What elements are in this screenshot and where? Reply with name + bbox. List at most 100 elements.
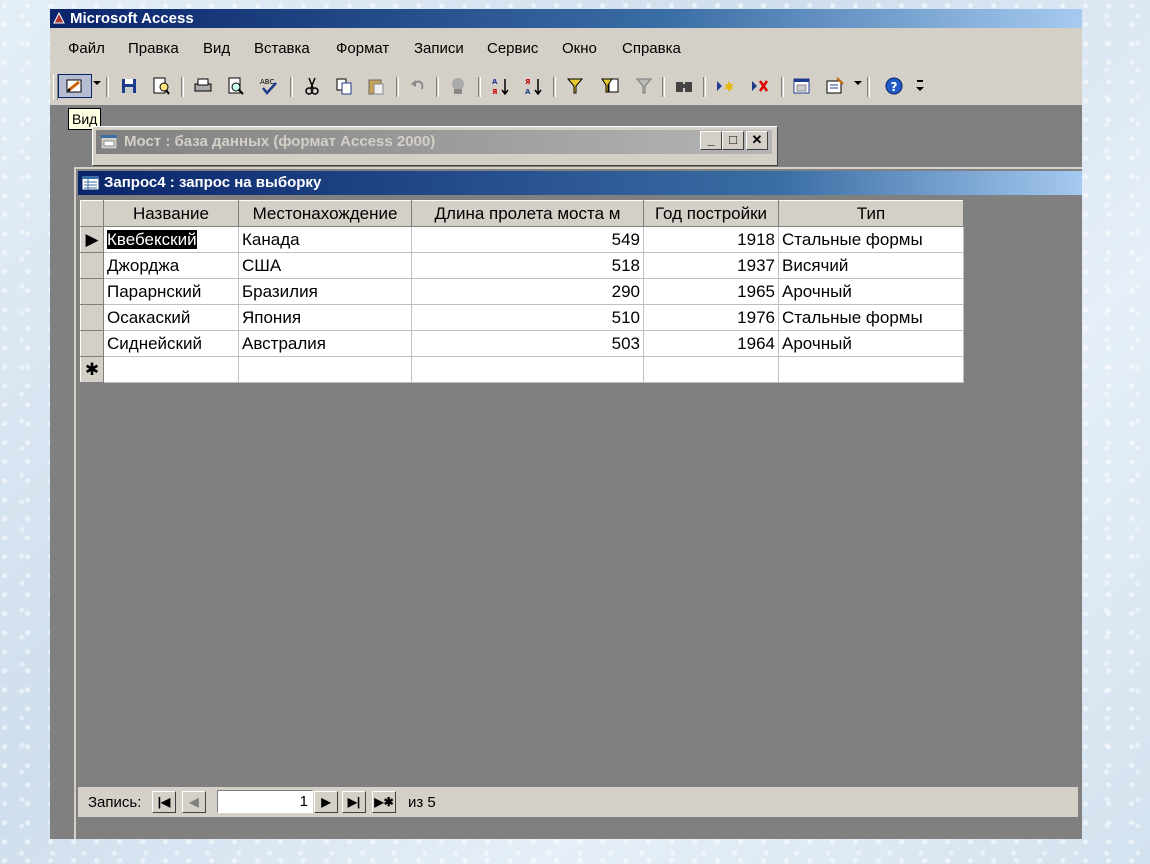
delete-record-button[interactable]	[749, 75, 771, 97]
filter-by-form-button[interactable]	[599, 75, 621, 97]
table-cell[interactable]: Сиднейский	[103, 330, 239, 357]
help-button[interactable]: ?	[883, 75, 905, 97]
table-cell[interactable]: Квебекский	[103, 226, 239, 253]
menu-window[interactable]: Окно	[562, 40, 597, 57]
next-record-button[interactable]: ▶	[314, 791, 338, 813]
table-cell[interactable]: 1976	[643, 304, 779, 331]
previous-record-button[interactable]: ◀	[182, 791, 206, 813]
undo-button[interactable]	[407, 75, 429, 97]
row-selector-current[interactable]: ▶	[80, 226, 104, 253]
table-cell[interactable]: Висячий	[778, 252, 964, 279]
toolbar-options-button[interactable]	[914, 75, 926, 97]
maximize-button[interactable]: □	[722, 131, 744, 150]
print-button[interactable]	[192, 75, 214, 97]
menu-format[interactable]: Формат	[336, 40, 389, 57]
sort-descending-button[interactable]: Я A	[523, 75, 545, 97]
sort-descending-icon: Я A	[525, 78, 542, 96]
query-window-title-bar[interactable]: Запрос4 : запрос на выборку	[78, 171, 1082, 195]
table-cell[interactable]: 549	[411, 226, 644, 253]
toolbar-separator	[478, 77, 481, 97]
column-header-name[interactable]: Название	[103, 200, 239, 227]
cut-button[interactable]	[301, 75, 323, 97]
database-window-title: Мост : база данных (формат Access 2000)	[124, 133, 436, 150]
view-dropdown-arrow[interactable]	[93, 81, 101, 85]
table-cell[interactable]: 1918	[643, 226, 779, 253]
table-cell[interactable]: Стальные формы	[778, 226, 964, 253]
paste-button[interactable]	[365, 75, 387, 97]
new-record-nav-button[interactable]: ▶✱	[372, 791, 396, 813]
row-selector[interactable]	[80, 278, 104, 305]
table-cell[interactable]: Парарнский	[103, 278, 239, 305]
new-record-button[interactable]: ✱	[714, 75, 736, 97]
table-cell[interactable]: Стальные формы	[778, 304, 964, 331]
delete-record-icon	[752, 80, 769, 92]
table-cell[interactable]: 518	[411, 252, 644, 279]
column-header-type[interactable]: Тип	[778, 200, 964, 227]
table-cell[interactable]: 1965	[643, 278, 779, 305]
table-cell[interactable]: 290	[411, 278, 644, 305]
table-row: Парарнский Бразилия 290 1965 Арочный	[80, 278, 964, 305]
last-record-button[interactable]: ▶|	[342, 791, 366, 813]
menu-view[interactable]: Вид	[203, 40, 230, 57]
table-cell[interactable]: Арочный	[778, 330, 964, 357]
table-cell[interactable]: Япония	[238, 304, 412, 331]
menu-insert[interactable]: Вставка	[254, 40, 310, 57]
copy-button[interactable]	[333, 75, 355, 97]
toolbar-separator	[662, 77, 665, 97]
save-button[interactable]	[118, 75, 140, 97]
table-cell[interactable]: 1964	[643, 330, 779, 357]
select-all-corner[interactable]	[80, 200, 104, 227]
table-cell[interactable]	[103, 356, 239, 383]
table-cell[interactable]: Канада	[238, 226, 412, 253]
menu-edit[interactable]: Правка	[128, 40, 179, 57]
table-cell[interactable]: 510	[411, 304, 644, 331]
column-header-span-length[interactable]: Длина пролета моста м	[411, 200, 644, 227]
table-cell[interactable]: Австралия	[238, 330, 412, 357]
menu-records[interactable]: Записи	[414, 40, 464, 57]
print-preview-button[interactable]	[225, 75, 247, 97]
table-cell[interactable]: Бразилия	[238, 278, 412, 305]
row-selector[interactable]	[80, 330, 104, 357]
new-object-button[interactable]	[824, 75, 846, 97]
menu-help[interactable]: Справка	[622, 40, 681, 57]
column-header-location[interactable]: Местонахождение	[238, 200, 412, 227]
cut-icon	[305, 77, 319, 95]
table-cell[interactable]	[238, 356, 412, 383]
selected-cell-text: Квебекский	[107, 229, 197, 249]
database-window-button[interactable]	[791, 75, 813, 97]
insert-hyperlink-button[interactable]	[447, 75, 469, 97]
new-object-dropdown-arrow[interactable]	[854, 81, 862, 85]
undo-icon	[411, 80, 424, 90]
column-header-year-built[interactable]: Год постройки	[643, 200, 779, 227]
copy-icon	[336, 78, 352, 95]
sort-ascending-button[interactable]: A Я	[490, 75, 512, 97]
row-selector[interactable]	[80, 304, 104, 331]
table-cell[interactable]: Арочный	[778, 278, 964, 305]
table-cell[interactable]: 503	[411, 330, 644, 357]
row-selector-new[interactable]: ✱	[80, 356, 104, 383]
menu-file[interactable]: Файл	[68, 40, 105, 57]
current-record-input[interactable]: 1	[217, 790, 313, 813]
spelling-button[interactable]: ABC	[258, 75, 280, 97]
row-selector[interactable]	[80, 252, 104, 279]
file-search-button[interactable]	[150, 75, 172, 97]
menu-tools[interactable]: Сервис	[487, 40, 538, 57]
find-button[interactable]	[673, 75, 695, 97]
spelling-icon: ABC	[260, 78, 277, 95]
table-cell[interactable]: Джорджа	[103, 252, 239, 279]
apply-filter-button[interactable]	[633, 75, 655, 97]
first-record-button[interactable]: |◀	[152, 791, 176, 813]
table-cell[interactable]: США	[238, 252, 412, 279]
filter-by-selection-button[interactable]	[564, 75, 586, 97]
table-cell[interactable]	[778, 356, 964, 383]
apply-filter-icon	[635, 78, 653, 94]
database-window-title-bar[interactable]: Мост : база данных (формат Access 2000)	[96, 130, 772, 154]
table-cell[interactable]	[411, 356, 644, 383]
table-row: Сиднейский Австралия 503 1964 Арочный	[80, 330, 964, 357]
table-cell[interactable]: 1937	[643, 252, 779, 279]
minimize-button[interactable]: _	[700, 131, 722, 150]
view-button[interactable]	[58, 74, 92, 98]
table-cell[interactable]	[643, 356, 779, 383]
close-button[interactable]: ✕	[746, 131, 768, 150]
table-cell[interactable]: Осакаский	[103, 304, 239, 331]
